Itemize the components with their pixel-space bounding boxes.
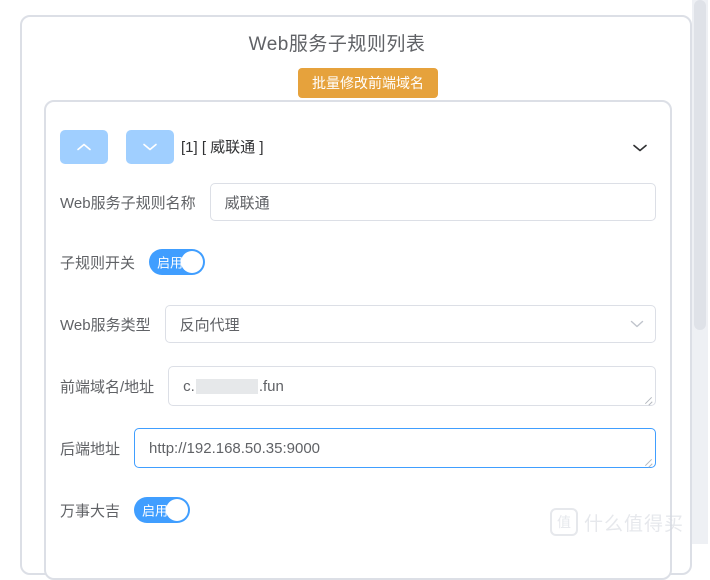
backend-address-row: 后端地址 http://192.168.50.35:9000 <box>60 428 656 468</box>
rule-list-panel: Web服务子规则列表 批量修改前端域名 [1] [ 威联通 ] Web服务子规则… <box>20 15 692 580</box>
backend-address-textarea[interactable]: http://192.168.50.35:9000 <box>134 428 656 468</box>
rule-card-header: [1] [ 威联通 ] <box>46 130 670 166</box>
extra-switch-knob <box>166 499 189 521</box>
backend-address-wrap: http://192.168.50.35:9000 <box>134 428 656 468</box>
frontend-domain-label: 前端域名/地址 <box>60 378 155 396</box>
chevron-down-icon <box>633 144 647 152</box>
service-type-select[interactable] <box>164 305 656 343</box>
redaction-block <box>195 378 258 394</box>
rule-name-label: Web服务子规则名称 <box>60 194 196 212</box>
chevron-up-icon <box>77 143 91 151</box>
frontend-domain-textarea[interactable]: c. .fun <box>168 366 656 406</box>
extra-switch-toggle[interactable]: 启用 <box>134 497 191 523</box>
backend-address-label: 后端地址 <box>60 440 121 458</box>
frontend-domain-wrap: c. .fun <box>168 366 656 406</box>
extra-switch-label: 万事大吉 <box>60 502 121 520</box>
move-rule-up-button[interactable] <box>60 130 108 164</box>
chevron-down-icon <box>143 143 157 151</box>
rule-switch-toggle[interactable]: 启用 <box>149 249 206 275</box>
rule-switch-knob <box>181 251 204 273</box>
rule-switch-row: 子规则开关 启用 <box>60 242 656 282</box>
bulk-edit-frontend-domain-button[interactable]: 批量修改前端域名 <box>298 68 438 98</box>
rule-name-input[interactable] <box>209 183 656 221</box>
move-rule-down-button[interactable] <box>126 130 174 164</box>
extra-switch-row: 万事大吉 启用 <box>60 490 656 530</box>
service-type-row: Web服务类型 <box>60 304 656 344</box>
frontend-domain-value-suffix: .fun <box>258 377 284 395</box>
frontend-domain-row: 前端域名/地址 c. .fun <box>60 366 656 406</box>
extra-switch-state-label: 启用 <box>142 503 169 519</box>
collapse-rule-toggle[interactable] <box>630 138 650 158</box>
vertical-scrollbar[interactable] <box>692 0 708 544</box>
rule-title: [1] [ 威联通 ] <box>181 139 264 156</box>
rule-name-row: Web服务子规则名称 <box>60 182 656 222</box>
rule-card: [1] [ 威联通 ] Web服务子规则名称 子规则开关 启用 Web服务类型 <box>44 100 672 580</box>
rule-switch-state-label: 启用 <box>157 255 184 271</box>
service-type-select-wrap <box>164 305 656 343</box>
scrollbar-thumb[interactable] <box>694 0 706 330</box>
frontend-domain-value-prefix: c. <box>183 377 195 395</box>
rule-switch-label: 子规则开关 <box>60 254 136 272</box>
service-type-label: Web服务类型 <box>60 316 151 334</box>
page-title: Web服务子规则列表 <box>248 34 426 55</box>
